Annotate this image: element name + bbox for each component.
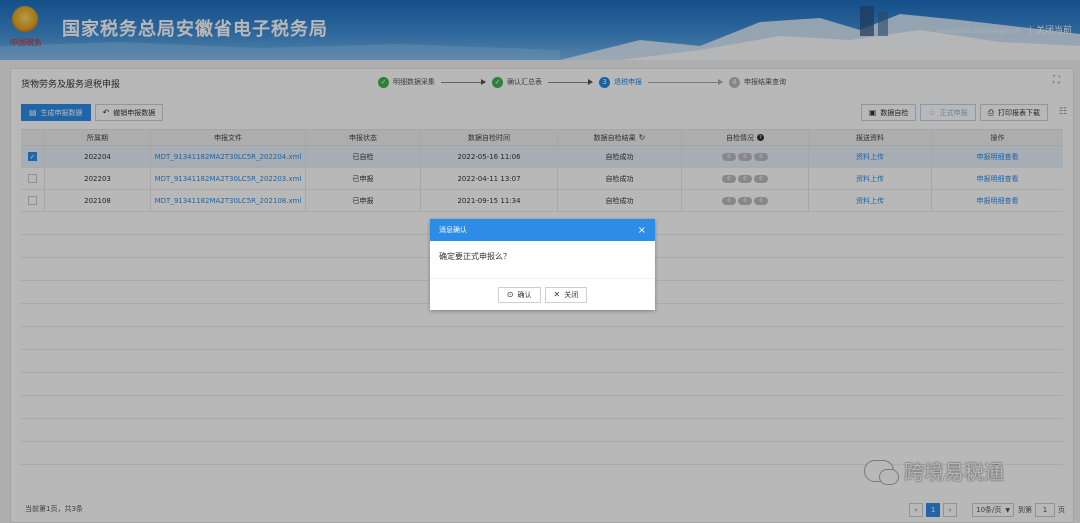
cancel-button[interactable]: ✕ 关闭 (544, 286, 588, 303)
button-label: 关闭 (564, 290, 579, 299)
close-icon: ✕ (553, 290, 561, 299)
dialog-message: 确定要正式申报么？ (430, 241, 655, 279)
confirm-button[interactable]: ⊙ 确认 (497, 286, 541, 303)
dialog-title: 消息确认 (439, 226, 467, 234)
dialog-header: 消息确认 × (430, 219, 655, 241)
confirm-dialog: 消息确认 × 确定要正式申报么？ ⊙ 确认 ✕ 关闭 (430, 219, 655, 310)
check-circle-icon: ⊙ (506, 290, 514, 299)
close-icon[interactable]: × (638, 225, 646, 236)
dialog-footer: ⊙ 确认 ✕ 关闭 (430, 279, 655, 310)
button-label: 确认 (517, 290, 532, 299)
